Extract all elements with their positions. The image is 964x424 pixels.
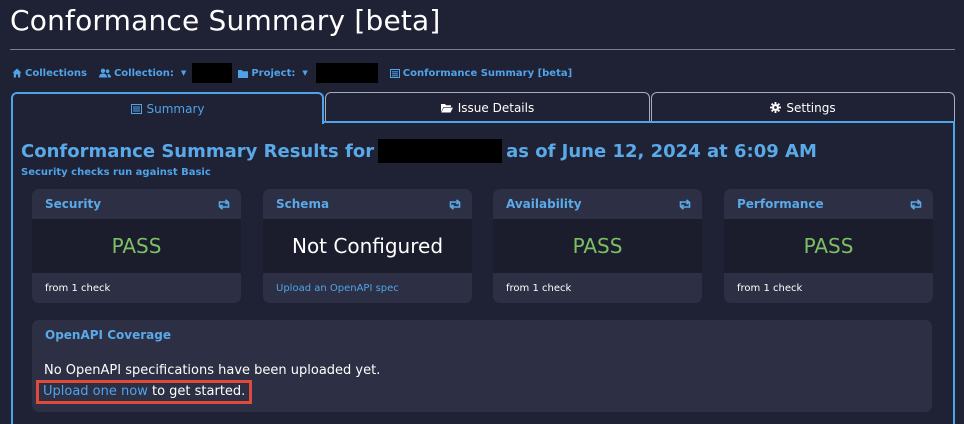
performance-card-title: Performance <box>737 197 824 211</box>
breadcrumb-collections[interactable]: Collections <box>12 68 87 79</box>
openapi-coverage-body: No OpenAPI specifications have been uplo… <box>32 349 932 404</box>
tab-issue-details[interactable]: Issue Details <box>325 92 650 122</box>
page-title: Conformance Summary [beta] <box>10 4 441 37</box>
refresh-icon[interactable] <box>678 198 692 210</box>
schema-card-header: Schema <box>263 189 472 219</box>
list-icon <box>389 68 400 78</box>
refresh-icon[interactable] <box>448 198 462 210</box>
availability-card-title: Availability <box>506 197 582 211</box>
openapi-coverage-card: OpenAPI Coverage No OpenAPI specificatio… <box>32 320 932 412</box>
security-status: PASS <box>32 219 241 273</box>
upload-openapi-spec-link[interactable]: Upload an OpenAPI spec <box>263 273 472 303</box>
availability-card: Availability PASS from 1 check <box>493 189 702 303</box>
chevron-down-icon: ▼ <box>302 69 308 77</box>
list-icon <box>130 104 142 114</box>
upload-suffix: to get started. <box>147 384 246 399</box>
tab-issue-details-label: Issue Details <box>457 100 535 115</box>
folder-open-icon <box>440 103 453 112</box>
tab-settings-label: Settings <box>786 100 836 115</box>
title-divider <box>10 49 955 50</box>
redacted-project-name <box>315 63 378 83</box>
redacted-collection-name <box>192 63 233 83</box>
security-card: Security PASS from 1 check <box>32 189 241 303</box>
availability-card-header: Availability <box>493 189 702 219</box>
tab-summary-label: Summary <box>146 102 205 116</box>
refresh-icon[interactable] <box>217 198 231 210</box>
upload-callout: Upload one now to get started. <box>36 380 253 404</box>
breadcrumb-collection-dropdown[interactable]: Collection: ▼ <box>98 67 187 79</box>
breadcrumb-current-label: Conformance Summary [beta] <box>402 67 573 79</box>
security-footer: from 1 check <box>45 282 111 294</box>
schema-status: Not Configured <box>263 219 472 273</box>
results-heading: Conformance Summary Results for as of Ju… <box>21 139 817 163</box>
performance-card: Performance PASS from 1 check <box>724 189 933 303</box>
security-card-header: Security <box>32 189 241 219</box>
chevron-down-icon: ▼ <box>180 69 187 77</box>
breadcrumb-collections-label: Collections <box>25 67 87 79</box>
folder-icon <box>238 69 249 78</box>
users-icon <box>98 68 111 78</box>
breadcrumb-current[interactable]: Conformance Summary [beta] <box>389 67 573 79</box>
tab-bar: Summary Issue Details Settings <box>11 92 955 124</box>
home-icon <box>12 68 22 78</box>
availability-footer: from 1 check <box>506 282 572 294</box>
breadcrumb-project-dropdown[interactable]: Project: ▼ <box>238 67 308 79</box>
performance-footer: from 1 check <box>737 282 803 294</box>
redacted-target-name <box>378 139 503 163</box>
refresh-icon[interactable] <box>909 198 923 210</box>
breadcrumb: Collections Collection: ▼ Project: ▼ Con… <box>12 62 584 84</box>
availability-status: PASS <box>493 219 702 273</box>
results-heading-suffix: as of June 12, 2024 at 6:09 AM <box>506 140 817 162</box>
openapi-coverage-title: OpenAPI Coverage <box>45 327 171 342</box>
no-specs-message: No OpenAPI specifications have been uplo… <box>44 363 381 378</box>
performance-card-header: Performance <box>724 189 933 219</box>
upload-one-now-link[interactable]: Upload one now <box>43 384 148 399</box>
security-checks-subline: Security checks run against Basic <box>21 167 211 178</box>
breadcrumb-project-label: Project: <box>251 67 296 79</box>
breadcrumb-collection-label: Collection: <box>113 67 174 79</box>
performance-status: PASS <box>724 219 933 273</box>
schema-card-title: Schema <box>276 197 330 211</box>
schema-card: Schema Not Configured Upload an OpenAPI … <box>263 189 472 303</box>
results-heading-prefix: Conformance Summary Results for <box>21 140 375 162</box>
gear-icon <box>770 102 782 113</box>
tab-summary[interactable]: Summary <box>11 92 324 124</box>
security-card-title: Security <box>45 197 102 211</box>
tab-settings[interactable]: Settings <box>651 92 955 122</box>
